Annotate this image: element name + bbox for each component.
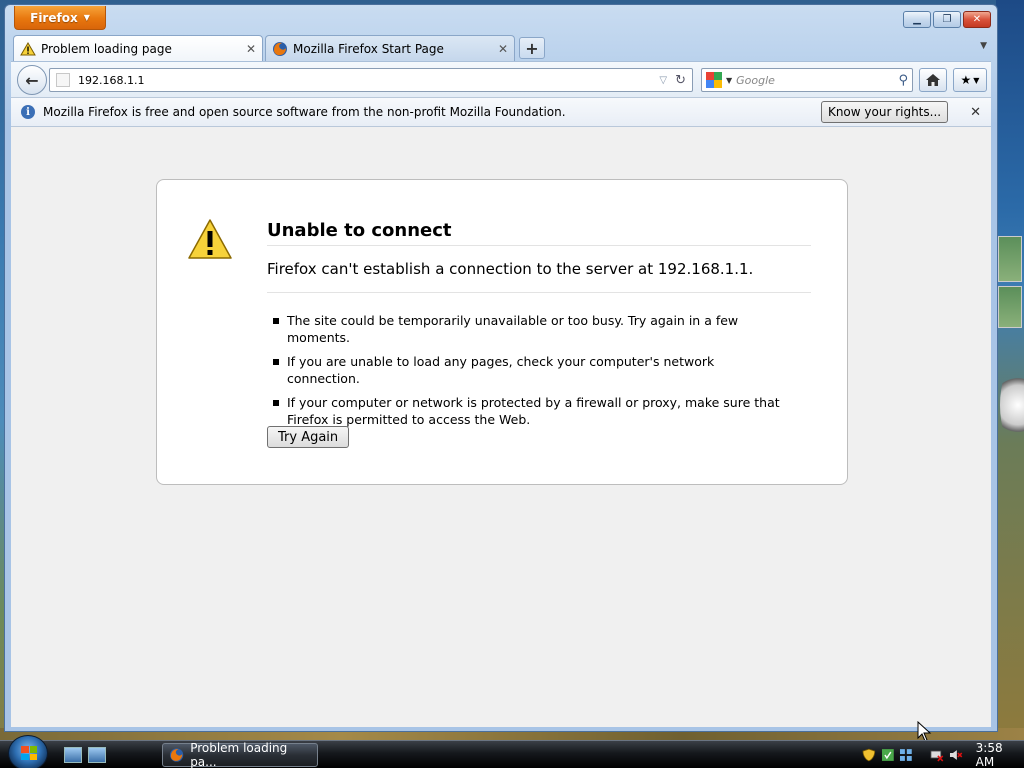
security-shield-icon[interactable] bbox=[862, 748, 876, 762]
chevron-down-icon[interactable]: ▼ bbox=[726, 76, 732, 85]
window-caption-buttons: ▁ ❐ ✕ bbox=[903, 11, 991, 28]
chevron-down-icon: ▼ bbox=[83, 13, 90, 22]
system-tray: 3:58 AM bbox=[854, 741, 1024, 768]
try-again-button[interactable]: Try Again bbox=[267, 426, 350, 448]
restore-icon: ❐ bbox=[942, 13, 952, 25]
navigation-toolbar: ← 192.168.1.1 ▽ ↻ ▼ Google ⚲ ★ ▼ bbox=[11, 61, 991, 97]
volume-muted-icon[interactable] bbox=[949, 748, 963, 762]
error-suggestion-list: The site could be temporarily unavailabl… bbox=[267, 312, 787, 435]
maximize-button[interactable]: ❐ bbox=[933, 11, 961, 28]
firefox-logo-icon bbox=[169, 748, 184, 762]
home-button[interactable] bbox=[919, 68, 947, 92]
clock[interactable]: 3:58 AM bbox=[976, 741, 1024, 768]
history-dropdown-icon[interactable]: ▽ bbox=[659, 75, 667, 86]
url-input[interactable]: 192.168.1.1 bbox=[78, 74, 651, 87]
start-button[interactable] bbox=[8, 735, 48, 768]
taskbar-item-firefox[interactable]: Problem loading pa... bbox=[162, 741, 318, 768]
know-your-rights-button[interactable]: Know your rights... bbox=[820, 101, 949, 123]
desktop-sidebar-area bbox=[996, 0, 1024, 740]
close-icon[interactable]: ✕ bbox=[970, 105, 981, 120]
browser-window: Firefox ▼ ▁ ❐ ✕ Problem loading page ✕ M… bbox=[4, 4, 998, 742]
error-title: Unable to connect bbox=[267, 220, 811, 246]
chevron-down-icon: ▼ bbox=[973, 75, 980, 85]
page-favicon-icon bbox=[56, 73, 70, 87]
back-arrow-icon: ← bbox=[25, 70, 39, 90]
taskbar-item-label: Problem loading pa... bbox=[190, 741, 288, 768]
tab-close-icon[interactable]: ✕ bbox=[498, 42, 508, 56]
desktop-gadget-thumbnail bbox=[998, 286, 1022, 328]
search-input[interactable]: Google bbox=[736, 74, 894, 87]
firefox-logo-icon bbox=[273, 41, 287, 56]
firefox-menu-label: Firefox bbox=[30, 10, 78, 25]
show-desktop-icon[interactable] bbox=[64, 747, 82, 763]
update-icon[interactable] bbox=[881, 748, 895, 762]
tab-title: Problem loading page bbox=[41, 41, 172, 56]
search-bar[interactable]: ▼ Google ⚲ bbox=[701, 68, 913, 92]
network-disconnected-icon[interactable] bbox=[930, 748, 944, 762]
url-bar[interactable]: 192.168.1.1 ▽ ↻ bbox=[49, 68, 693, 92]
tab-problem-loading[interactable]: Problem loading page ✕ bbox=[13, 35, 263, 61]
back-button[interactable]: ← bbox=[17, 65, 47, 95]
bookmarks-button[interactable]: ★ ▼ bbox=[953, 68, 987, 92]
close-icon: ✕ bbox=[972, 13, 982, 25]
reload-icon[interactable]: ↻ bbox=[675, 73, 686, 88]
close-window-button[interactable]: ✕ bbox=[963, 11, 991, 28]
error-short-description: Firefox can't establish a connection to … bbox=[267, 260, 811, 293]
tab-close-icon[interactable]: ✕ bbox=[246, 42, 256, 56]
taskbar: Problem loading pa... 3:58 AM bbox=[0, 735, 1024, 768]
list-item: If your computer or network is protected… bbox=[267, 394, 787, 428]
notification-message: Mozilla Firefox is free and open source … bbox=[43, 105, 566, 119]
bookmark-star-icon: ★ bbox=[960, 73, 972, 87]
minimize-icon: ▁ bbox=[913, 13, 921, 25]
warning-icon bbox=[20, 41, 36, 55]
tab-start-page[interactable]: Mozilla Firefox Start Page ✕ bbox=[265, 35, 515, 61]
windows-logo-icon bbox=[21, 746, 37, 760]
firefox-menu-button[interactable]: Firefox ▼ bbox=[14, 6, 106, 30]
tab-list-chevron-icon[interactable]: ▼ bbox=[980, 41, 987, 51]
info-icon: i bbox=[21, 105, 35, 119]
minimize-button[interactable]: ▁ bbox=[903, 11, 931, 28]
notification-bar: i Mozilla Firefox is free and open sourc… bbox=[11, 97, 991, 127]
tab-strip: Problem loading page ✕ Mozilla Firefox S… bbox=[11, 35, 991, 61]
warning-icon bbox=[188, 219, 232, 259]
desktop-gadget-gauge bbox=[1000, 365, 1024, 445]
home-icon bbox=[926, 74, 940, 86]
tab-title: Mozilla Firefox Start Page bbox=[293, 41, 444, 56]
search-icon[interactable]: ⚲ bbox=[898, 73, 908, 88]
desktop-gadget-thumbnail bbox=[998, 236, 1022, 282]
network-icon[interactable] bbox=[899, 748, 913, 762]
list-item: If you are unable to load any pages, che… bbox=[267, 353, 787, 387]
list-item: The site could be temporarily unavailabl… bbox=[267, 312, 787, 346]
switch-windows-icon[interactable] bbox=[88, 747, 106, 763]
page-content: Unable to connect Firefox can't establis… bbox=[11, 127, 991, 742]
new-tab-button[interactable]: + bbox=[519, 37, 545, 59]
plus-icon: + bbox=[525, 38, 539, 58]
google-engine-icon[interactable] bbox=[706, 72, 722, 88]
error-panel: Unable to connect Firefox can't establis… bbox=[156, 179, 848, 485]
